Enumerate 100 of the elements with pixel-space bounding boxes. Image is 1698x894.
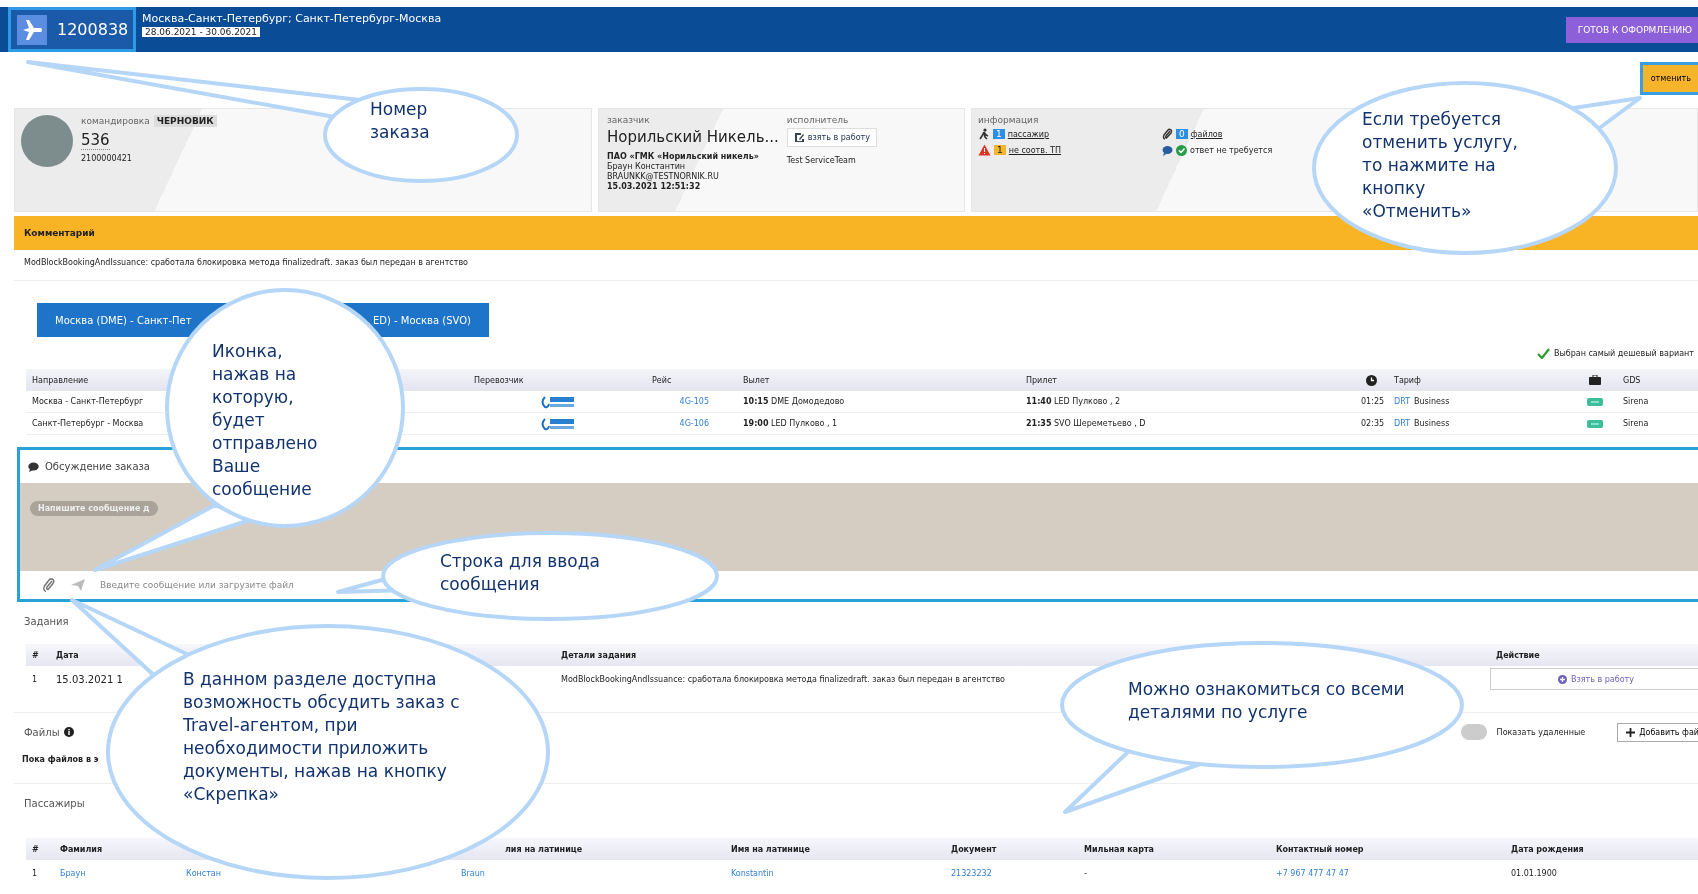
column-header: Перевозчик xyxy=(473,375,525,385)
column-header: Действие xyxy=(1495,650,1541,660)
customer-label: заказчик xyxy=(607,115,650,125)
column-header: # xyxy=(31,844,40,854)
order-number-badge[interactable]: 1200838 xyxy=(8,7,136,52)
take-button[interactable]: взять в работу xyxy=(786,128,877,147)
name-latin-link[interactable]: Konstantin xyxy=(725,868,774,878)
customer-org: ПАО «ГМК «Норильский никель» xyxy=(607,152,759,161)
fare-tag-icon xyxy=(1587,419,1603,428)
callout-text: Номер заказа xyxy=(370,98,431,144)
tasks-title: Задания xyxy=(23,615,69,629)
index-cell-text: 1 xyxy=(31,674,39,684)
files-link[interactable]: файлов xyxy=(1190,129,1223,139)
reply-status: ответ не требуется xyxy=(1190,145,1273,155)
callout-text: Можно ознакомиться со всеми деталями по услуге xyxy=(1128,678,1406,724)
clock-icon xyxy=(1366,374,1377,386)
add-file-button[interactable]: Добавить фай xyxy=(1617,722,1698,742)
surname-link[interactable]: Браун xyxy=(54,868,86,878)
cheapest-note: Выбран самый дешевый вариант xyxy=(1553,348,1694,358)
departure-cell-text: 10:15 DME Домодедово xyxy=(742,397,846,406)
passenger-count: 1 xyxy=(993,129,1005,139)
fare-class: Business xyxy=(1414,419,1450,428)
warning-count: 1 xyxy=(994,145,1006,155)
plus-circle-icon xyxy=(1558,674,1568,684)
files-title: Файлы xyxy=(23,726,60,738)
trip-type: командировка xyxy=(81,116,150,126)
surname-latin-link[interactable]: Braun xyxy=(455,868,485,878)
departure-cell-text: 19:00 LED Пулково , 1 xyxy=(742,419,839,428)
status-button[interactable]: ГОТОВ К ОФОРМЛЕНИЮ xyxy=(1565,16,1698,43)
route-title: Москва-Санкт-Петербург; Санкт-Петербург-Москва xyxy=(142,12,442,25)
column-header: Дата xyxy=(55,650,80,660)
edit-icon xyxy=(793,132,805,143)
column-header: Имя на латинице xyxy=(730,844,811,854)
name-link[interactable]: Констан xyxy=(180,868,221,878)
date-cell-text: 15.03.2021 1 xyxy=(55,673,123,685)
column-header: Мильная карта xyxy=(1083,844,1155,854)
gds-cell-text: Sirena xyxy=(1622,419,1650,428)
message-input-field[interactable]: Введите сообщение или загрузите файл xyxy=(100,580,315,590)
arrival-cell-text: 21:35 SVO Шереметьево , D xyxy=(1025,419,1147,428)
paperclip-icon[interactable] xyxy=(42,577,56,593)
customer-person: Браун Константин xyxy=(607,162,686,171)
fare-class: Business xyxy=(1414,397,1450,406)
briefcase-icon xyxy=(1589,375,1601,385)
direction-cell-text: Санкт-Петербург - Москва xyxy=(31,419,144,428)
send-icon[interactable] xyxy=(70,578,86,592)
passenger-link[interactable]: пассажир xyxy=(1007,129,1050,139)
cancel-button[interactable]: отменить xyxy=(1639,61,1698,95)
discussion-title: Обсуждение заказа xyxy=(45,461,150,472)
callout-text: В данном разделе доступна возможность обсудить заказ с Travel-агентом, при необходимости приложить документы, нажав на кнопку «Скрепка» xyxy=(183,668,461,806)
walking-person-icon xyxy=(978,128,990,140)
column-header: Рейс xyxy=(651,375,673,385)
flight-number-link[interactable]: 4G-105 xyxy=(646,397,737,406)
passengers-title: Пассажиры xyxy=(23,797,85,811)
duration-cell-text: 01:25 xyxy=(1360,397,1386,406)
warning-icon xyxy=(978,144,991,156)
airplane-icon xyxy=(17,14,47,45)
phone-link[interactable]: +7 967 477 47 47 xyxy=(1270,868,1349,878)
column-header: GDS xyxy=(1622,375,1642,385)
take-task-button[interactable]: Взять в работу xyxy=(1490,668,1698,690)
gds-cell-text: Sirena xyxy=(1622,397,1650,406)
fare-code-link[interactable]: DRT xyxy=(1394,419,1411,428)
executor-name: Test ServiceTeam xyxy=(786,156,856,165)
fare-code-link[interactable]: DRT xyxy=(1394,397,1411,406)
column-header: Тариф xyxy=(1393,375,1422,385)
airline-logo-icon xyxy=(539,394,575,409)
index-cell-text: 1 xyxy=(31,868,39,878)
fare-tag-icon xyxy=(1587,397,1603,406)
column-header: Детали задания xyxy=(560,650,637,660)
customer-datetime: 15.03.2021 12:51:32 xyxy=(607,182,701,191)
callout-text: Иконка, нажав на которую, будет отправлено Ваше сообщение xyxy=(212,340,319,501)
files-count: 0 xyxy=(1176,129,1188,139)
trip-code: 2100000421 xyxy=(81,154,132,163)
birth-date-cell-text: 01.01.1900 xyxy=(1510,868,1558,878)
column-header: Контактный номер xyxy=(1275,844,1365,854)
column-header: Документ xyxy=(950,844,998,854)
toggle-switch[interactable] xyxy=(1460,724,1487,740)
trip-dates: 28.06.2021 - 30.06.2021 xyxy=(142,27,261,37)
flight-number-link[interactable]: 4G-106 xyxy=(646,419,737,428)
arrival-cell-text: 11:40 LED Пулково , 2 xyxy=(1025,397,1122,406)
column-header: # xyxy=(31,650,40,660)
checkmark-icon xyxy=(1536,347,1550,359)
customer-email: BRAUNKK@TESTNORNIK.RU xyxy=(607,172,719,181)
info-icon xyxy=(63,727,74,737)
column-header: Вылет xyxy=(742,375,771,385)
check-circle-icon xyxy=(1176,144,1187,156)
order-number: 1200838 xyxy=(57,20,129,39)
status-badge: ЧЕРНОВИК xyxy=(153,115,217,127)
duration-cell-text: 02:35 xyxy=(1360,419,1386,428)
document-link[interactable]: 21323232 xyxy=(945,868,992,878)
direction-cell-text: Москва - Санкт-Петербург xyxy=(31,397,144,406)
column-header: Фамилия xyxy=(59,844,104,854)
callout-text: Строка для ввода сообщения xyxy=(440,550,601,596)
airline-logo-icon xyxy=(539,416,575,431)
column-header: лия на латинице xyxy=(504,844,584,854)
column-header: Прилет xyxy=(1025,375,1058,385)
policy-link[interactable]: не соотв. ТП xyxy=(1008,145,1061,155)
photo-placeholder xyxy=(21,115,73,167)
customer-name: Норильский Никель... xyxy=(607,128,779,146)
column-header: Дата рождения xyxy=(1510,844,1585,854)
chat-icon xyxy=(1162,144,1173,156)
